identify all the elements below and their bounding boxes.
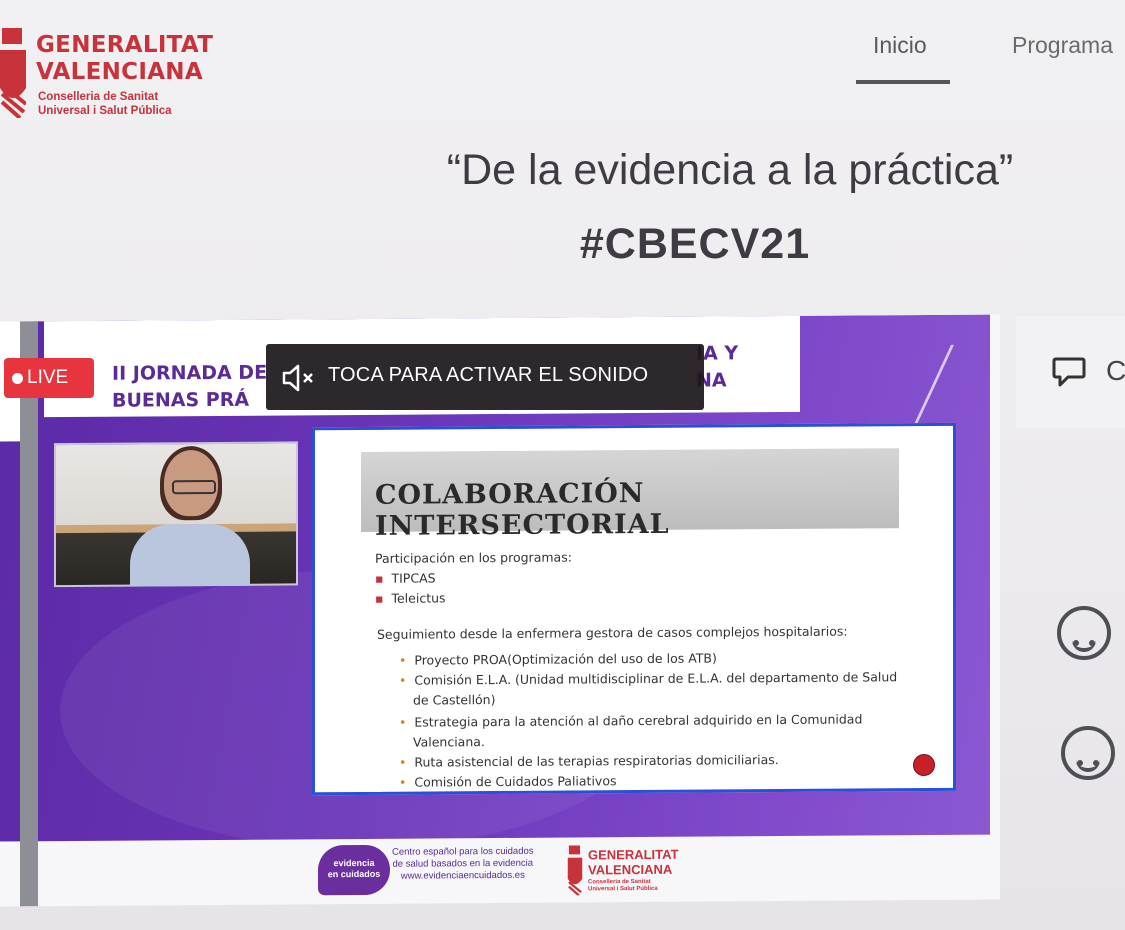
logo-name-line1: GENERALITAT — [36, 32, 214, 58]
followup-item: • Estrategia para la atención al daño cer… — [399, 711, 863, 730]
followup-item: • Ruta asistencial de las terapias respir… — [399, 752, 779, 770]
left-stripe — [20, 321, 38, 907]
participation-heading: Participación en los programas: — [375, 549, 572, 566]
badge-line1: evidencia — [333, 857, 375, 869]
slogan-quote: “De la evidencia a la práctica” — [446, 146, 1014, 194]
slide-title: COLABORACIÓN INTERSECTORIAL — [375, 477, 670, 542]
program-label: Teleictus — [391, 590, 446, 606]
live-dot-icon — [12, 373, 23, 384]
nav-inicio[interactable]: Inicio — [873, 32, 927, 59]
muted-speaker-icon — [282, 364, 313, 392]
generalitat-logo[interactable]: GENERALITAT VALENCIANA Conselleria de Sa… — [0, 18, 240, 128]
followup-label: Comisión de Cuidados Paliativos — [414, 773, 617, 790]
followup-continuation: Valenciana. — [413, 734, 485, 750]
generalitat-small-logo: GENERALITAT VALENCIANA Conselleria de Sa… — [562, 843, 702, 900]
followup-label: Estrategia para la atención al daño cere… — [414, 711, 863, 730]
followup-label: Comisión E.L.A. (Unidad multidisciplinar… — [414, 669, 898, 688]
unmute-button[interactable]: TOCA PARA ACTIVAR EL SONIDO — [266, 344, 704, 410]
live-label: LIVE — [27, 367, 69, 388]
followup-label: Proyecto PROA(Optimización del uso de lo… — [414, 650, 717, 668]
logo-sub-line1: Conselleria de Sanitat — [38, 91, 159, 103]
evid-line1: Centro español para los cuidados — [392, 845, 534, 858]
evidencia-text: Centro español para los cuidados de salu… — [392, 846, 534, 883]
program-item: ▪ TIPCAS — [375, 570, 436, 586]
slogan-hashtag: #CBECV21 — [579, 220, 811, 268]
followup-item: • Comisión E.L.A. (Unidad multidisciplina… — [399, 669, 898, 688]
logo-sub-line2: Universal i Salut Pública — [38, 105, 172, 117]
followup-item: • Proyecto PROA(Optimización del uso de l… — [399, 650, 717, 668]
banner-line2: BUENAS PRÁ — [112, 388, 250, 412]
followup-continuation: de Castellón) — [413, 692, 496, 708]
shield-icon — [0, 28, 26, 118]
side-partial-letter[interactable]: C — [1106, 355, 1125, 387]
presentation-slide: COLABORACIÓN INTERSECTORIAL Participació… — [312, 422, 956, 796]
badge-line2: en cuidados — [327, 868, 381, 880]
shield-icon — [567, 845, 583, 896]
evidencia-logo: evidencia en cuidados — [318, 844, 390, 896]
unmute-label: TOCA PARA ACTIVAR EL SONIDO — [328, 364, 649, 386]
program-label: TIPCAS — [391, 570, 436, 586]
gv-small-line1: GENERALITAT — [588, 846, 679, 863]
gv-small-line2: VALENCIANA — [588, 861, 673, 878]
followup-item: • Comisión de Cuidados Paliativos — [399, 773, 617, 790]
smiley-icon[interactable] — [1061, 726, 1115, 780]
gv-small-sub2: Universal i Salut Pública — [588, 885, 658, 893]
logo-name-line2: VALENCIANA — [36, 59, 203, 85]
evid-url: www.evidenciaencuidados.es — [400, 869, 525, 882]
speaker-webcam — [54, 441, 298, 588]
smiley-icon[interactable] — [1057, 606, 1111, 660]
followup-heading: Seguimiento desde la enfermera gestora d… — [377, 623, 848, 642]
banner-line1: II JORNADA DE — [112, 361, 268, 385]
program-item: ▪ Teleictus — [375, 590, 446, 606]
slide-title-box: COLABORACIÓN INTERSECTORIAL — [361, 448, 899, 542]
nav-programa[interactable]: Programa — [1012, 32, 1113, 59]
slide-footer: evidencia en cuidados Centro español par… — [300, 837, 1000, 905]
live-badge: LIVE — [4, 358, 94, 398]
speaker-body — [130, 523, 250, 587]
evid-line2: de salud basados en la evidencia — [392, 857, 534, 870]
speaker-glasses — [172, 479, 216, 495]
nav-active-indicator — [856, 80, 950, 84]
banner-title-left: II JORNADA DE BUENAS PRÁ — [112, 360, 267, 415]
followup-label: Ruta asistencial de las terapias respira… — [414, 752, 779, 770]
chat-bubble-icon[interactable] — [1052, 355, 1086, 387]
record-icon — [913, 753, 935, 777]
